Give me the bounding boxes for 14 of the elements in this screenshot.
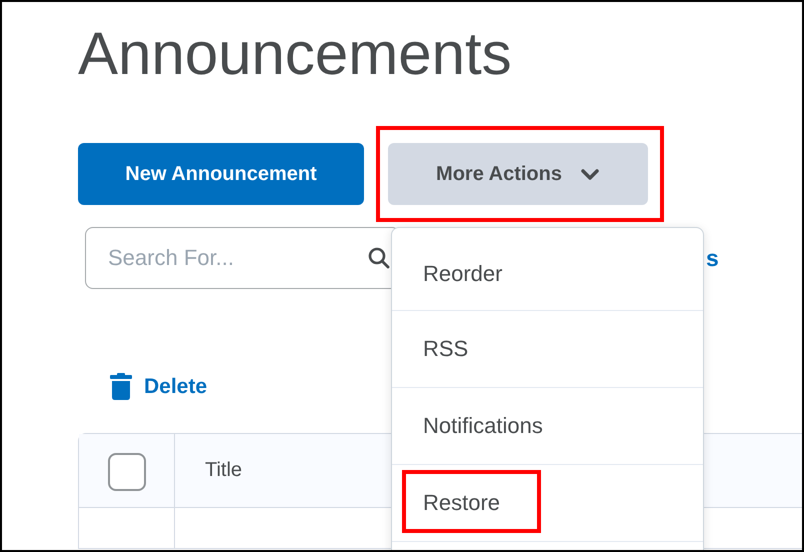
search-icon[interactable] — [368, 247, 390, 269]
select-all-checkbox[interactable] — [108, 453, 146, 491]
menu-item[interactable]: Reorder — [392, 228, 703, 311]
page-title: Announcements — [78, 19, 513, 89]
menu-item[interactable]: RSS — [392, 311, 703, 388]
trash-icon — [110, 373, 132, 400]
menu-item[interactable]: Restore — [392, 465, 703, 542]
new-announcement-button[interactable]: New Announcement — [78, 143, 364, 205]
link[interactable]: s — [706, 244, 719, 272]
column-header: Title — [204, 458, 242, 483]
caret-icon — [580, 168, 600, 180]
more-actions-button[interactable]: More Actions — [388, 143, 648, 205]
delete-button[interactable]: Delete — [110, 373, 208, 400]
menu-item[interactable]: Notifications — [392, 388, 703, 465]
